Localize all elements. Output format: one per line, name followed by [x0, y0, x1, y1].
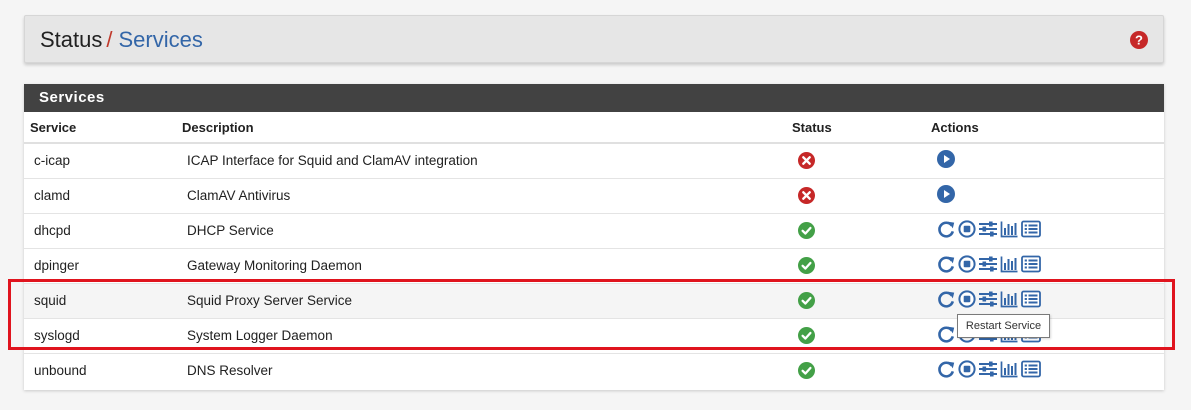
service-description-cell: ClamAV Antivirus [176, 178, 786, 214]
service-actions-cell [925, 353, 1164, 388]
service-log-icon[interactable] [1021, 255, 1041, 276]
table-row: c-icap ICAP Interface for Squid and ClamA… [24, 143, 1164, 179]
page-header: Status / Services ? [24, 15, 1164, 63]
service-actions-cell [925, 283, 1164, 319]
service-settings-icon[interactable] [978, 290, 998, 311]
service-actions-cell [925, 248, 1164, 284]
svg-text:?: ? [1135, 33, 1143, 48]
service-name-cell: unbound [34, 363, 87, 379]
service-actions-cell [925, 143, 1164, 179]
service-description-cell: System Logger Daemon [176, 318, 786, 354]
services-table-body: c-icap ICAP Interface for Squid and ClamA… [24, 143, 1164, 388]
service-name-cell: c-icap [24, 143, 176, 179]
service-status-cell [786, 178, 925, 214]
table-row: unbound DNS Resolver [24, 353, 1164, 388]
service-status-cell [786, 143, 925, 179]
breadcrumb-services-link[interactable]: Services [119, 27, 203, 52]
service-status-cell [786, 318, 925, 354]
breadcrumb-separator: / [106, 27, 113, 52]
service-log-icon[interactable] [1021, 290, 1041, 311]
service-name-cell: syslogd [24, 318, 176, 354]
status-running-icon [798, 292, 815, 309]
service-name-cell: dhcpd [24, 213, 176, 249]
stop-service-icon[interactable] [958, 360, 976, 381]
column-header-description: Description [176, 112, 786, 144]
service-name-cell: dpinger [24, 248, 176, 284]
service-description-cell: DNS Resolver [187, 363, 273, 379]
service-actions-cell [925, 178, 1164, 214]
service-status-cell [786, 283, 925, 319]
service-name-cell: squid [24, 283, 176, 319]
breadcrumb: Status / Services [40, 27, 203, 53]
restart-service-tooltip: Restart Service [957, 314, 1050, 338]
start-service-icon[interactable] [937, 150, 955, 171]
service-settings-icon[interactable] [978, 255, 998, 276]
stop-service-icon[interactable] [958, 220, 976, 241]
question-circle-icon[interactable]: ? [1130, 31, 1148, 49]
service-log-icon[interactable] [1021, 360, 1041, 381]
panel-title: Services [24, 84, 1164, 112]
status-stopped-icon [798, 187, 815, 204]
service-description-cell: ICAP Interface for Squid and ClamAV inte… [176, 143, 786, 179]
services-panel: Services Service Description Status Acti… [24, 84, 1164, 390]
restart-service-icon[interactable] [937, 290, 956, 312]
service-actions-cell [925, 213, 1164, 249]
service-settings-icon[interactable] [978, 220, 998, 241]
restart-service-icon[interactable] [937, 360, 956, 382]
status-running-icon [798, 257, 815, 274]
restart-service-icon[interactable] [937, 220, 956, 242]
services-table: Service Description Status Actions c-ica… [24, 112, 1164, 388]
column-header-status: Status [786, 112, 925, 144]
service-description-cell: DHCP Service [176, 213, 786, 249]
service-description-cell: Squid Proxy Server Service [176, 283, 786, 319]
service-status-cell [786, 248, 925, 284]
service-status-chart-icon[interactable] [1000, 255, 1019, 276]
table-header-row: Service Description Status Actions [24, 112, 1164, 144]
breadcrumb-status-link[interactable]: Status [40, 27, 102, 52]
service-status-cell [786, 353, 925, 388]
stop-service-icon[interactable] [958, 255, 976, 276]
service-description-cell: Gateway Monitoring Daemon [176, 248, 786, 284]
status-running-icon [798, 222, 815, 239]
table-row: clamd ClamAV Antivirus [24, 178, 1164, 214]
service-status-chart-icon[interactable] [1000, 290, 1019, 311]
table-row: dhcpd DHCP Service [24, 213, 1164, 249]
service-name-cell: clamd [24, 178, 176, 214]
restart-service-icon[interactable] [937, 255, 956, 277]
table-row: dpinger Gateway Monitoring Daemon [24, 248, 1164, 284]
stop-service-icon[interactable] [958, 290, 976, 311]
status-running-icon [798, 327, 815, 344]
service-status-chart-icon[interactable] [1000, 220, 1019, 241]
service-status-chart-icon[interactable] [1000, 360, 1019, 381]
restart-service-icon[interactable] [937, 325, 956, 347]
service-status-cell [786, 213, 925, 249]
status-stopped-icon [798, 152, 815, 170]
service-settings-icon[interactable] [978, 360, 998, 381]
start-service-icon[interactable] [937, 185, 955, 206]
column-header-service: Service [24, 112, 176, 144]
service-log-icon[interactable] [1021, 220, 1041, 241]
column-header-actions: Actions [925, 112, 1164, 144]
table-row: squid Squid Proxy Server Service [24, 283, 1164, 319]
status-running-icon [798, 362, 815, 380]
